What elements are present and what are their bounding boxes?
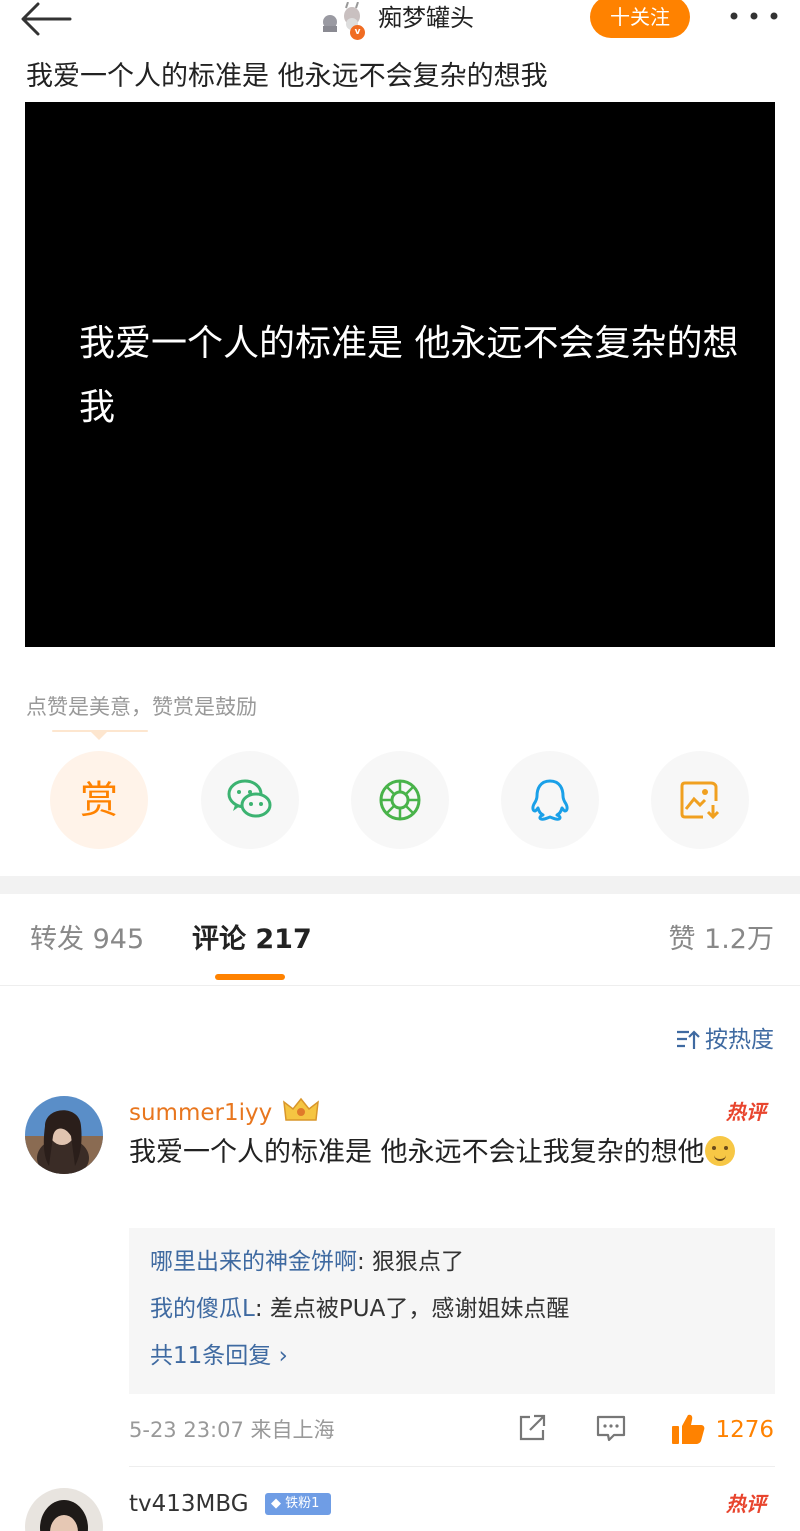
wechat-icon xyxy=(227,779,272,818)
more-replies-link[interactable]: 共11条回复 › xyxy=(150,1340,288,1372)
moments-share-button[interactable] xyxy=(351,751,449,849)
comment-separator xyxy=(129,1466,775,1467)
back-arrow-icon[interactable] xyxy=(18,2,74,38)
video-player[interactable]: 我爱一个人的标准是 他永远不会复杂的想我 xyxy=(25,102,775,647)
save-image-button[interactable] xyxy=(651,751,749,849)
crown-badge-icon xyxy=(282,1096,320,1124)
comment-timestamp: 5-23 23:07 xyxy=(129,1418,244,1442)
reply-user[interactable]: 哪里出来的神金饼啊 xyxy=(150,1249,357,1275)
fan-badge: ◆ 铁粉1 xyxy=(265,1493,331,1515)
comment-username[interactable]: summer1iyy xyxy=(129,1098,272,1128)
tab-repost[interactable]: 转发 945 xyxy=(30,922,144,958)
comment-username[interactable]: tv413MBG xyxy=(129,1489,249,1519)
sort-icon xyxy=(677,1030,700,1049)
reply-text: : 狠狠点了 xyxy=(357,1249,465,1275)
diamond-icon: ◆ xyxy=(271,1496,281,1511)
comment-meta: 5-23 23:07 来自上海 xyxy=(129,1414,335,1446)
reward-label: 赏 xyxy=(79,778,118,822)
tab-comments[interactable]: 评论 217 xyxy=(192,922,312,958)
like-count: 1276 xyxy=(715,1417,774,1443)
section-divider xyxy=(0,876,800,894)
author-name[interactable]: 痴梦罐头 xyxy=(378,2,474,34)
reply-preview[interactable]: 哪里出来的神金饼啊: 狠狠点了 我的傻瓜L: 差点被PUA了，感谢姐妹点醒 共1… xyxy=(129,1228,775,1394)
reward-button[interactable]: 赏 xyxy=(50,751,148,849)
tip-caret-icon xyxy=(91,732,107,740)
qq-icon xyxy=(531,779,569,821)
reply-item: 哪里出来的神金饼啊: 狠狠点了 xyxy=(150,1246,464,1278)
reply-comment-icon[interactable] xyxy=(595,1412,627,1448)
verified-badge: v xyxy=(350,25,365,40)
like-icon[interactable] xyxy=(670,1412,706,1450)
comment-text-content: 我爱一个人的标准是 他永远不会让我复杂的想他 xyxy=(129,1137,705,1168)
more-icon[interactable] xyxy=(728,4,780,24)
tab-likes[interactable]: 赞 1.2万 xyxy=(668,922,774,958)
comment-text: 我爱一个人的标准是 他永远不会让我复杂的想他 xyxy=(129,1134,769,1172)
top-bar: v 痴梦罐头 十关注 xyxy=(0,0,800,60)
video-caption: 我爱一个人的标准是 他永远不会复杂的想我 xyxy=(79,323,739,428)
qq-share-button[interactable] xyxy=(501,751,599,849)
save-image-icon xyxy=(680,781,720,820)
wechat-share-button[interactable] xyxy=(201,751,299,849)
post-text: 我爱一个人的标准是 他永远不会复杂的想我 xyxy=(26,61,548,92)
reply-item: 我的傻瓜L: 差点被PUA了，感谢姐妹点醒 xyxy=(150,1293,569,1325)
comment-location: 来自上海 xyxy=(250,1418,335,1442)
sort-label: 按热度 xyxy=(705,1027,774,1053)
fan-badge-label: 铁粉1 xyxy=(285,1496,320,1511)
share-comment-icon[interactable] xyxy=(516,1412,548,1448)
sort-button[interactable]: 按热度 xyxy=(675,1024,774,1056)
reply-text: : 差点被PUA了，感谢姐妹点醒 xyxy=(254,1296,570,1322)
moments-icon xyxy=(379,779,421,821)
follow-button[interactable]: 十关注 xyxy=(590,0,690,38)
hot-comment-tag: 热评 xyxy=(726,1492,766,1516)
smirk-emoji-icon xyxy=(704,1136,735,1166)
reward-tip: 点赞是美意，赞赏是鼓励 xyxy=(26,695,257,719)
hot-comment-tag: 热评 xyxy=(726,1100,766,1124)
interaction-tabs: 转发 945 评论 217 赞 1.2万 xyxy=(0,894,800,986)
avatar[interactable] xyxy=(25,1488,103,1531)
active-tab-indicator xyxy=(215,974,285,980)
reply-user[interactable]: 我的傻瓜L xyxy=(150,1296,255,1322)
avatar[interactable] xyxy=(25,1096,103,1174)
